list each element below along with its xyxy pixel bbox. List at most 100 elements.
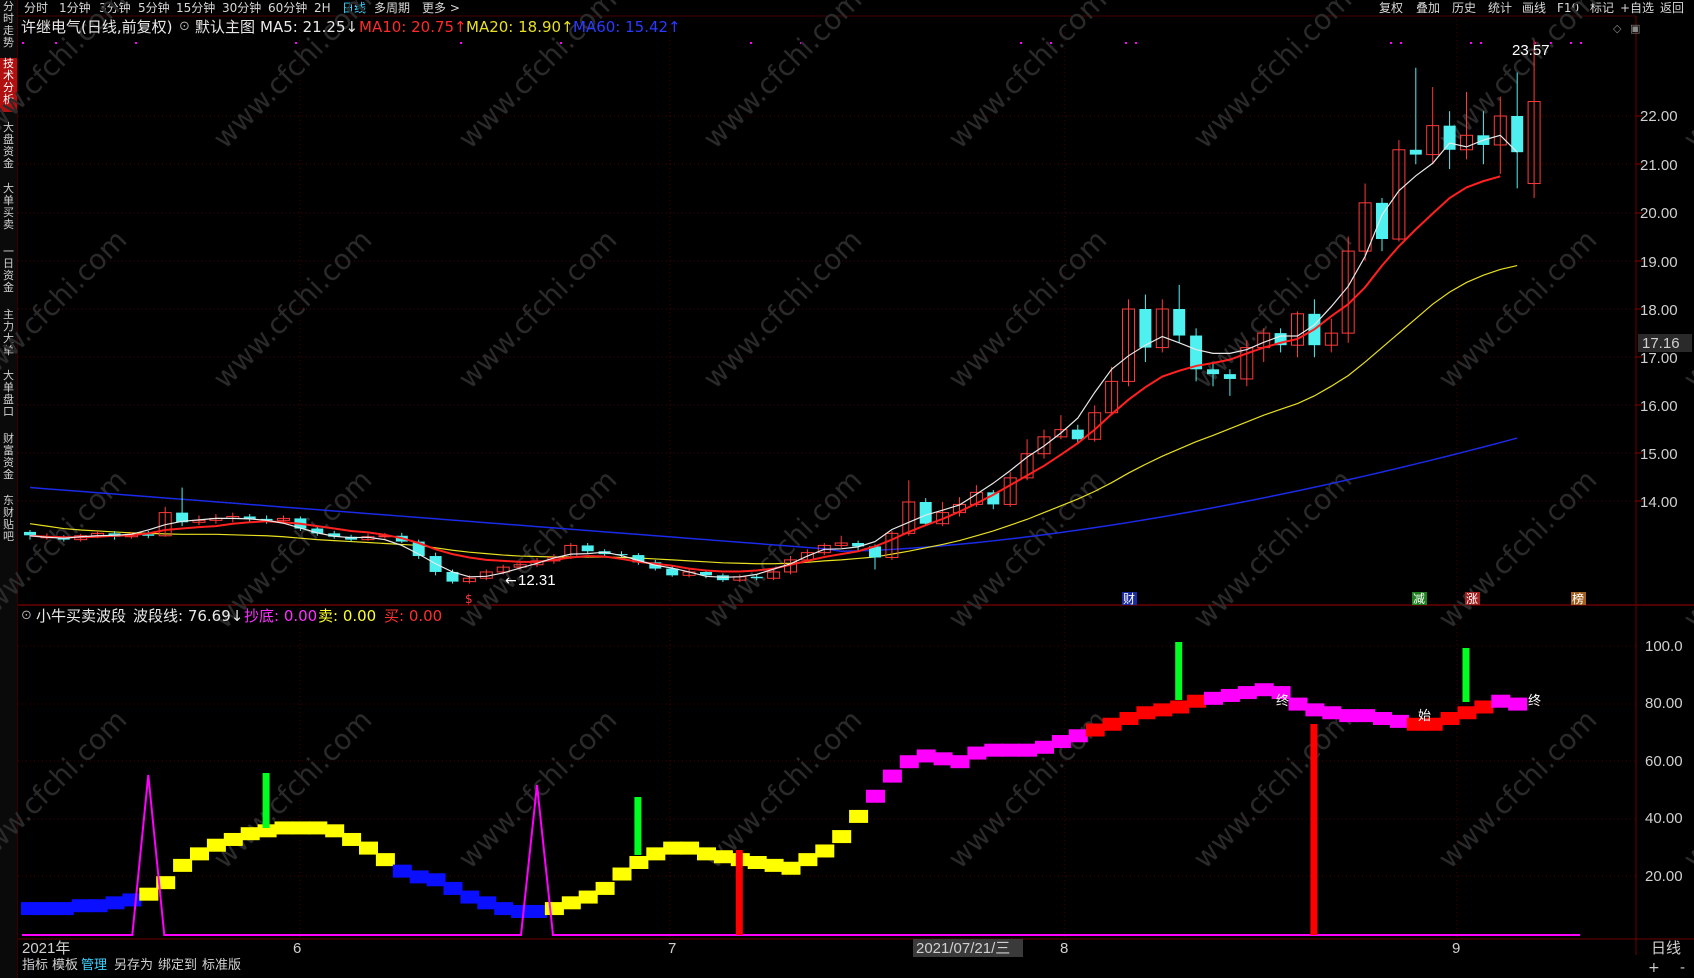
wave-block xyxy=(950,755,970,769)
watermark-text: www.cfchi.com xyxy=(1187,0,1359,155)
watermark-text: www.cfchi.com xyxy=(0,223,133,395)
wave-block xyxy=(1001,743,1021,757)
signal-dot xyxy=(135,42,137,44)
wave-block xyxy=(1339,709,1359,723)
dollar-marker[interactable]: $ xyxy=(465,592,473,606)
wave-block xyxy=(595,881,615,895)
wave-block xyxy=(274,821,294,835)
ma10-label: MA10: 20.75↑ xyxy=(359,18,467,36)
wave-block xyxy=(1254,683,1274,697)
sell-signal-bar xyxy=(1462,648,1470,702)
watermark-text: www.cfchi.com xyxy=(1187,223,1359,395)
collapse-icon[interactable]: ◇ xyxy=(1613,22,1622,35)
signal-dot xyxy=(1390,42,1392,44)
time-label: 9 xyxy=(1452,940,1460,957)
candle-body-down xyxy=(1173,309,1186,336)
wave-block xyxy=(1035,740,1054,754)
indicator-toggle-icon[interactable]: ⊙ xyxy=(21,607,32,625)
crosshair-date: 2021/07/21/三 xyxy=(916,940,1010,957)
wave-block xyxy=(1389,714,1409,728)
maximize-icon[interactable]: ▣ xyxy=(1630,22,1640,35)
wave-block xyxy=(308,821,328,835)
bottom-value: 抄底: 0.00 xyxy=(244,607,318,625)
watermark-text: www.cfchi.com xyxy=(1187,703,1359,875)
watermark-text: www.cfchi.com xyxy=(1677,463,1694,635)
watermark-text: www.cfchi.com xyxy=(942,463,1114,635)
wave-block xyxy=(494,902,514,916)
wave-block xyxy=(1136,706,1156,720)
wave-value: 波段线: 76.69↓ xyxy=(133,607,244,625)
time-label: 6 xyxy=(293,940,301,957)
wave-block xyxy=(223,832,243,846)
signal-dot xyxy=(750,42,752,44)
wave-block xyxy=(713,850,733,864)
rank-marker[interactable]: 榜 xyxy=(1572,591,1584,606)
rise-marker[interactable]: 涨 xyxy=(1466,591,1478,606)
wave-block xyxy=(1220,688,1240,702)
indicator-button[interactable]: 指标 xyxy=(22,955,48,977)
wave-block xyxy=(21,902,40,916)
price-tick: 15.00 xyxy=(1640,446,1678,463)
save-as-button[interactable]: 另存为 xyxy=(114,955,153,977)
wave-block xyxy=(375,853,395,867)
wave-block xyxy=(764,858,784,872)
watermark-text: www.cfchi.com xyxy=(452,463,624,635)
low-arrow-icon: ← xyxy=(505,573,517,589)
wave-block xyxy=(37,902,57,916)
wave-block xyxy=(190,847,209,861)
price-tick: 14.00 xyxy=(1640,494,1678,511)
wave-block xyxy=(781,861,801,875)
kline-chart[interactable]: www.cfchi.com www.cfchi.com www.cfchi.com w… xyxy=(0,0,1694,978)
manage-button[interactable]: 管理 xyxy=(81,955,107,977)
wave-block xyxy=(629,856,649,869)
wave-block xyxy=(1102,717,1122,731)
zoom-out-icon[interactable]: - xyxy=(1680,960,1685,976)
signal-dot xyxy=(1125,42,1127,44)
indicator-tick: 40.00 xyxy=(1645,810,1683,827)
wave-block xyxy=(511,904,531,918)
wave-block xyxy=(561,896,581,910)
wave-block xyxy=(443,881,463,895)
template-name[interactable]: 默认主图 xyxy=(195,18,255,36)
watermark-text: www.cfchi.com xyxy=(1677,223,1694,395)
stock-title: 许继电气(日线,前复权) xyxy=(21,18,173,36)
price-tick: 17.00 xyxy=(1640,350,1678,367)
reduce-marker[interactable]: 减 xyxy=(1413,592,1425,606)
wave-block xyxy=(1170,700,1190,714)
finance-marker[interactable]: 财 xyxy=(1123,592,1135,606)
indicator-name[interactable]: 小牛买卖波段 xyxy=(36,607,126,625)
wave-block xyxy=(815,844,835,858)
wave-block xyxy=(426,873,446,887)
ma60-label: MA60: 15.42↑ xyxy=(573,18,681,36)
wave-block xyxy=(866,789,885,803)
wave-block xyxy=(933,752,953,766)
watermark-text: www.cfchi.com xyxy=(942,0,1114,155)
candle-body-down xyxy=(1071,429,1084,440)
watermark-text: www.cfchi.com xyxy=(452,223,624,395)
wave-block xyxy=(325,824,345,838)
wave-end-label-2: 终 xyxy=(1528,693,1541,709)
wave-block xyxy=(240,827,260,841)
wave-block xyxy=(139,887,159,901)
wave-block xyxy=(1491,694,1511,708)
wave-block xyxy=(105,896,125,910)
wave-block xyxy=(1051,735,1071,749)
wave-block xyxy=(1356,709,1376,723)
watermark-text: www.cfchi.com xyxy=(697,703,869,875)
wave-block xyxy=(697,847,716,861)
watermark-text: www.cfchi.com xyxy=(1187,463,1359,635)
wave-block xyxy=(899,755,919,769)
bind-to-button[interactable]: 绑定到 xyxy=(158,955,197,977)
wave-block xyxy=(54,902,74,916)
signal-dot xyxy=(1470,42,1472,44)
template-button[interactable]: 模板 xyxy=(52,955,78,977)
signal-dot xyxy=(460,42,462,44)
price-tick: 18.00 xyxy=(1640,302,1678,319)
candle-body-down xyxy=(750,576,763,579)
zoom-in-icon[interactable]: + xyxy=(1648,960,1660,976)
watermark-text: www.cfchi.com xyxy=(207,223,379,395)
signal-dot xyxy=(1580,42,1582,44)
template-toggle-icon[interactable]: ⊙ xyxy=(179,18,190,36)
standard-edition-button[interactable]: 标准版 xyxy=(202,955,241,977)
wave-block xyxy=(1153,703,1173,717)
